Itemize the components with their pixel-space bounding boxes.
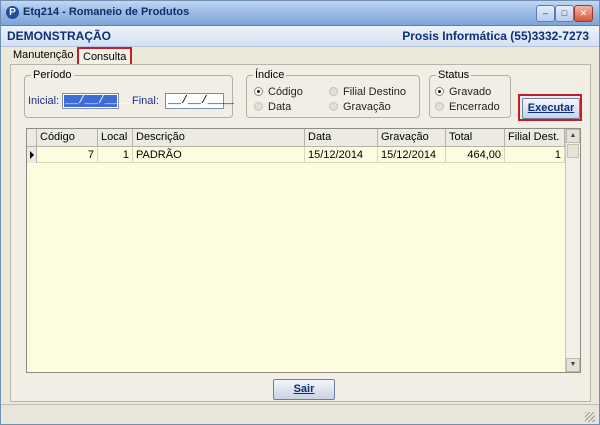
minimize-button[interactable]: – (536, 5, 555, 22)
main-window: P Etq214 - Romaneio de Produtos – □ ✕ DE… (0, 0, 600, 425)
radio-dot (329, 87, 338, 96)
status-legend: Status (438, 69, 470, 81)
executar-highlight: Executar (518, 94, 582, 121)
indice-legend: Índice (255, 69, 285, 81)
vendor-contact: Prosis Informática (55)3332-7273 (402, 29, 589, 43)
status-gravado-radio[interactable]: Gravado (435, 85, 505, 99)
indice-data-label: Data (268, 101, 292, 113)
row-indicator-icon (27, 147, 37, 163)
column-header-local[interactable]: Local (98, 129, 133, 146)
radio-dot (254, 87, 263, 96)
radio-dot (435, 102, 444, 111)
vertical-scrollbar[interactable]: ▲ ▼ (565, 129, 580, 372)
indice-codigo-radio[interactable]: Código (254, 85, 324, 99)
inicial-date-input[interactable]: __/__/____ (62, 93, 131, 109)
indice-codigo-label: Código (268, 86, 303, 98)
column-header-gravacao[interactable]: Gravação (378, 129, 446, 146)
indice-filial-destino-label: Filial Destino (343, 86, 406, 98)
radio-dot (435, 87, 444, 96)
sair-label: Sair (293, 383, 315, 395)
status-gravado-label: Gravado (449, 86, 492, 98)
indice-filial-destino-radio[interactable]: Filial Destino (329, 85, 414, 99)
executar-button[interactable]: Executar (522, 98, 580, 119)
column-header-filial-dest[interactable]: Filial Dest. (505, 129, 565, 146)
column-header-codigo[interactable]: Código (37, 129, 98, 146)
cell-total[interactable]: 464,00 (446, 147, 505, 163)
scroll-thumb[interactable] (567, 144, 579, 158)
consulta-panel: Período Inicial: __/__/____ Final: __/__… (10, 64, 591, 402)
scroll-down-icon[interactable]: ▼ (566, 358, 580, 372)
status-encerrado-radio[interactable]: Encerrado (435, 100, 505, 114)
cell-codigo[interactable]: 7 (37, 147, 98, 163)
cell-gravacao[interactable]: 15/12/2014 (378, 147, 446, 163)
tab-manutencao[interactable]: Manutenção (9, 47, 78, 64)
final-date-input[interactable]: __/__/____ (165, 93, 234, 109)
header-indicator (27, 129, 37, 146)
title-bar[interactable]: P Etq214 - Romaneio de Produtos – □ ✕ (1, 1, 599, 26)
cell-data[interactable]: 15/12/2014 (305, 147, 378, 163)
periodo-legend: Período (33, 69, 72, 81)
column-header-total[interactable]: Total (446, 129, 505, 146)
minimize-icon: – (542, 8, 548, 18)
close-icon: ✕ (579, 8, 588, 18)
radio-dot (329, 102, 338, 111)
cell-descricao[interactable]: PADRÃO (133, 147, 305, 163)
status-bar (1, 404, 599, 424)
inicial-label: Inicial: (28, 95, 60, 107)
company-name: DEMONSTRAÇÃO (7, 29, 111, 43)
indice-gravacao-label: Gravação (343, 101, 391, 113)
final-label: Final: (132, 95, 159, 107)
brand-bar: DEMONSTRAÇÃO Prosis Informática (55)3332… (1, 26, 599, 47)
maximize-button[interactable]: □ (555, 5, 574, 22)
results-grid[interactable]: Código Local Descrição Data Gravação Tot… (26, 128, 581, 373)
table-row[interactable]: 7 1 PADRÃO 15/12/2014 15/12/2014 464,00 … (27, 147, 565, 163)
grid-header: Código Local Descrição Data Gravação Tot… (27, 129, 580, 147)
sair-button[interactable]: Sair (273, 379, 335, 400)
scroll-up-icon[interactable]: ▲ (566, 129, 580, 143)
cell-filial-dest[interactable]: 1 (505, 147, 565, 163)
resize-grip-icon[interactable] (585, 412, 595, 422)
cell-local[interactable]: 1 (98, 147, 133, 163)
column-header-data[interactable]: Data (305, 129, 378, 146)
radio-dot (254, 102, 263, 111)
column-header-descricao[interactable]: Descrição (133, 129, 305, 146)
window-title: Etq214 - Romaneio de Produtos (23, 6, 190, 18)
indice-gravacao-radio[interactable]: Gravação (329, 100, 414, 114)
app-icon: P (6, 6, 19, 19)
close-button[interactable]: ✕ (574, 5, 593, 22)
maximize-icon: □ (561, 8, 568, 18)
indice-data-radio[interactable]: Data (254, 100, 324, 114)
status-encerrado-label: Encerrado (449, 101, 500, 113)
